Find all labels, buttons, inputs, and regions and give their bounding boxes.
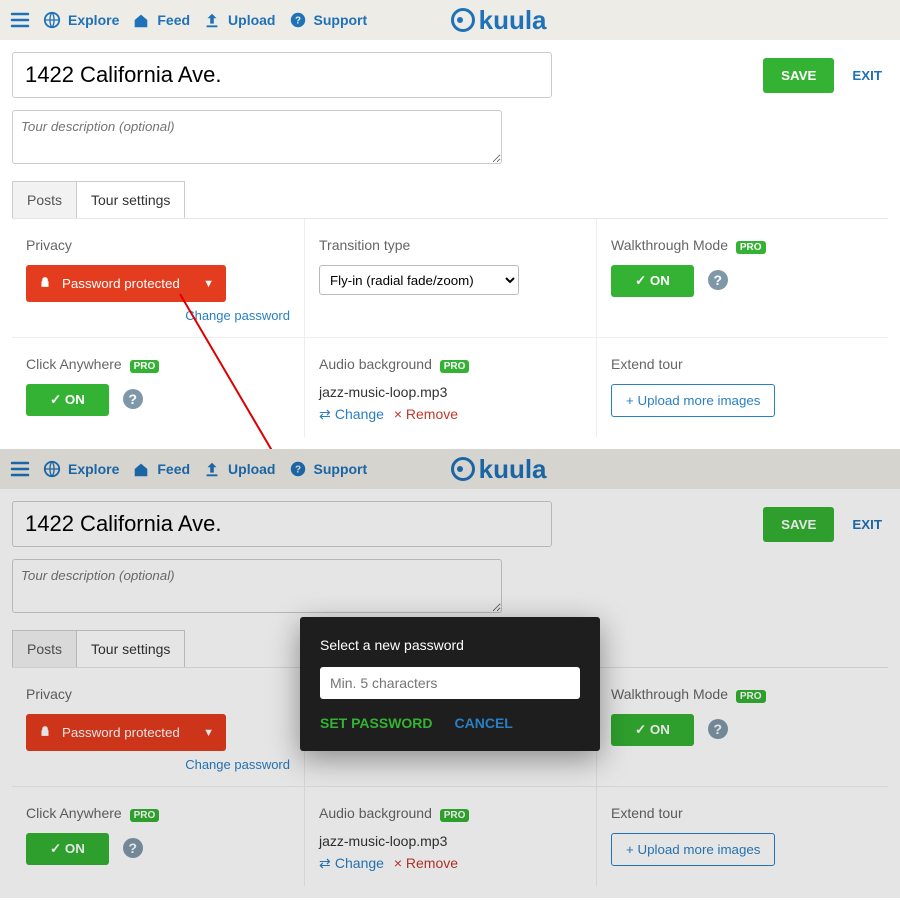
save-button[interactable]: SAVE [763,58,834,93]
nav-upload-label: Upload [228,12,275,28]
swap-icon: ⇄ [319,406,331,423]
privacy-select[interactable]: Password protected ▼ [26,265,226,302]
brand-text: kuula [479,5,547,36]
extend-label: Extend tour [611,356,874,372]
pro-badge: PRO [736,241,766,254]
lock-icon [38,275,52,292]
exit-button[interactable]: EXIT [846,67,888,84]
set-password-button[interactable]: SET PASSWORD [320,715,433,731]
audio-change-link[interactable]: Change [335,406,384,422]
audio-filename: jazz-music-loop.mp3 [319,384,582,400]
audio-label: Audio background PRO [319,356,582,372]
help-icon: ? [288,10,308,30]
tab-tour-settings[interactable]: Tour settings [77,181,185,218]
click-anywhere-help-icon[interactable]: ? [123,389,143,409]
tab-posts[interactable]: Posts [12,181,77,218]
transition-select[interactable]: Fly-in (radial fade/zoom) [319,265,519,295]
upload-more-button[interactable]: + Upload more images [611,384,775,417]
nav-support-label: Support [314,12,368,28]
nav-explore[interactable]: Explore [42,10,119,30]
menu-icon[interactable] [10,10,30,30]
nav-feed[interactable]: Feed [131,10,190,30]
pro-badge: PRO [130,360,160,373]
transition-label: Transition type [319,237,582,253]
walkthrough-toggle[interactable]: ✓ ON [611,265,694,297]
walkthrough-help-icon[interactable]: ? [708,270,728,290]
nav-explore-label: Explore [68,12,119,28]
audio-remove-link[interactable]: × Remove [394,406,458,422]
cancel-button[interactable]: CANCEL [455,715,513,731]
privacy-label: Privacy [26,237,290,253]
tour-title-input[interactable] [12,52,552,98]
logo-icon [451,8,475,32]
home-icon [131,10,151,30]
pro-badge: PRO [440,360,470,373]
top-nav: Explore Feed Upload ? Support [0,0,900,40]
svg-text:?: ? [294,16,300,27]
modal-title: Select a new password [320,637,580,653]
tour-description-input[interactable] [12,110,502,164]
chevron-down-icon: ▼ [203,278,214,290]
password-modal: Select a new password SET PASSWORD CANCE… [300,617,600,751]
nav-feed-label: Feed [157,12,190,28]
nav-support[interactable]: ? Support [288,10,368,30]
globe-icon [42,10,62,30]
brand-logo[interactable]: kuula [451,5,547,36]
password-input[interactable] [320,667,580,699]
change-password-link[interactable]: Change password [26,308,290,323]
click-anywhere-toggle[interactable]: ✓ ON [26,384,109,416]
nav-upload[interactable]: Upload [202,10,275,30]
privacy-value: Password protected [62,276,193,291]
walkthrough-label: Walkthrough Mode PRO [611,237,874,253]
click-anywhere-label: Click Anywhere PRO [26,356,290,372]
upload-icon [202,10,222,30]
